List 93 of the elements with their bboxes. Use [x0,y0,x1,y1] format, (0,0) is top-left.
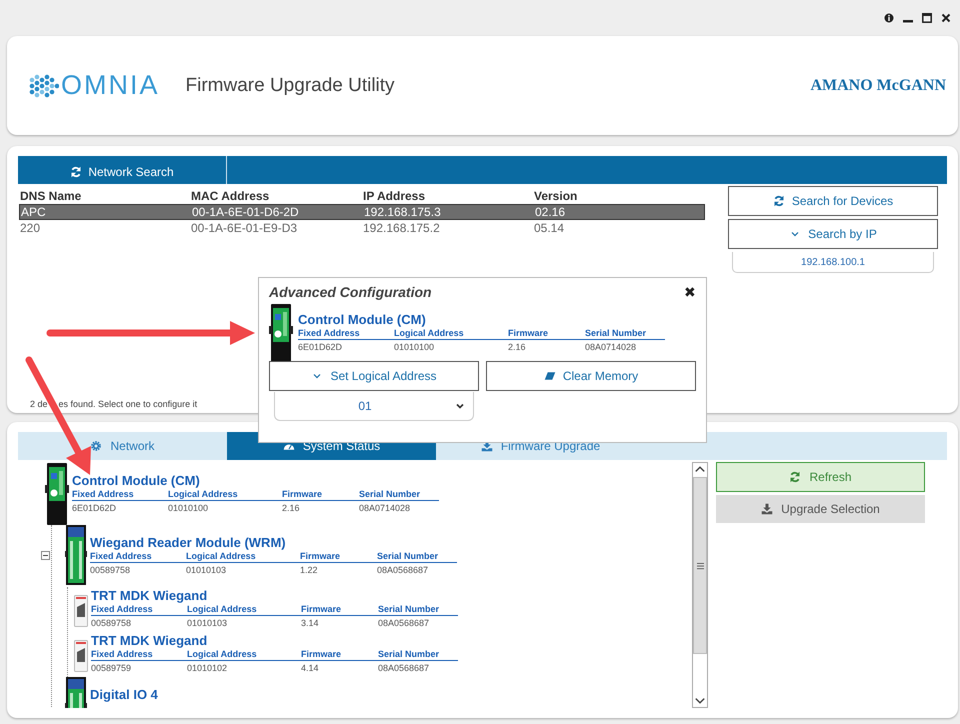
module-name[interactable]: Digital IO 4 [90,687,158,703]
module-name[interactable]: TRT MDK Wiegand [91,633,458,649]
ip-field[interactable]: 192.168.100.1 [732,252,934,273]
field-label: Logical Address [187,604,258,615]
field-label: Fixed Address [91,604,154,615]
grip-icon [696,562,704,570]
brand-logo-text: AMANO McGANN [810,76,946,94]
column-header: DNS Name [20,188,82,202]
module-name[interactable]: Control Module (CM) [72,473,439,489]
column-header: IP Address [363,188,426,202]
field-value: 6E01D62D [72,503,118,514]
close-button[interactable]: ✖ [684,284,696,300]
logo-text: OMNIA [61,70,160,101]
logo-dots-icon [29,72,59,100]
table-cell-text: 220 [20,221,42,235]
field-value: 01010102 [187,663,228,674]
scrollbar[interactable] [692,462,708,708]
field-label: Logical Address [168,489,239,500]
clear-memory-button[interactable]: Clear Memory [486,361,696,391]
field-label: Firmware [301,604,342,615]
field-value: 01010103 [187,618,228,629]
field-label: Fixed Address [72,489,135,500]
field-value: 2.16 [508,342,527,353]
table-cell-text: 02.16 [535,205,566,219]
address-select[interactable]: 01 [274,392,474,421]
table-cell-text: 05.14 [534,221,566,235]
field-value: 1.22 [300,565,319,576]
search-button[interactable]: Search for Devices [728,186,938,216]
field-value: 00589758 [91,618,132,629]
refresh-icon [772,195,785,207]
caret-icon [455,401,465,411]
field-value: 01010103 [186,565,228,576]
field-value: 01010100 [168,503,210,514]
search-button[interactable]: Search by IP [728,219,938,249]
field-label: Serial Number [377,551,440,562]
status-text: es found. Select one to configure it [58,399,198,409]
info-icon[interactable] [884,13,894,23]
field-value: 4.14 [301,663,320,674]
field-value: 3.14 [301,618,320,629]
field-label: Fixed Address [90,551,153,562]
field-value: 08A0568687 [377,565,430,576]
field-label: Firmware [508,328,550,339]
refresh-icon [70,166,82,178]
field-label: Fixed Address [91,649,154,660]
field-value: 08A0568687 [378,618,430,629]
field-value: 08A0714028 [585,342,638,353]
download-icon [761,503,774,515]
upgrade-button[interactable]: Upgrade Selection [716,495,925,523]
field-label: Fixed Address [298,328,361,339]
io-board-icon [65,525,87,585]
field-value: 2.16 [282,503,301,514]
dialog-title: Advanced Configuration [269,284,432,300]
card-reader-icon [74,595,88,627]
field-label: Serial Number [585,328,648,339]
field-value: 00589759 [91,663,132,674]
refresh-button[interactable]: Refresh [716,462,925,492]
set-address-button[interactable]: Set Logical Address [269,361,479,391]
field-label: Serial Number [378,604,440,615]
collapse-icon[interactable] [41,551,50,560]
field-value: 01010100 [394,342,436,353]
status-text: 2 de [30,399,48,409]
eraser-icon [544,370,556,382]
field-label: Logical Address [187,649,258,660]
field-value: 00589758 [90,565,132,576]
module-name: Control Module (CM) [298,312,427,328]
table-cell-text: 00-1A-6E-01-E9-D3 [191,221,298,235]
maximize-icon[interactable] [922,13,932,23]
close-icon[interactable] [941,13,951,23]
field-label: Serial Number [359,489,422,500]
table-row[interactable]: APC 00-1A-6E-01-D6-2D 192.168.175.3 02.16 [19,204,705,220]
table-row[interactable]: 220 00-1A-6E-01-E9-D3 192.168.175.2 05.14 [19,220,705,236]
table-cell-text: APC [21,205,47,219]
card-reader-icon [74,640,88,672]
gear-icon [90,440,102,452]
table-cell-text: 192.168.175.2 [363,221,441,235]
field-label: Logical Address [394,328,465,339]
module-name[interactable]: TRT MDK Wiegand [91,588,458,604]
field-value: 08A0568687 [378,663,430,674]
column-header: Version [534,188,578,202]
field-label: Firmware [300,551,342,562]
controller-board-icon [45,463,69,525]
field-label: Firmware [282,489,324,500]
field-value: 6E01D62D [298,342,344,353]
module-name[interactable]: Wiegand Reader Module (WRM) [90,535,457,551]
field-label: Serial Number [378,649,440,660]
table-cell-text: 192.168.175.3 [364,205,442,219]
field-label: Logical Address [186,551,257,562]
table-cell-text: 00-1A-6E-01-D6-2D [192,205,300,219]
field-value: 08A0714028 [359,503,412,514]
app-title: Firmware Upgrade Utility [186,74,396,96]
field-label: Firmware [301,649,342,660]
column-header: MAC Address [191,188,270,202]
refresh-icon [789,471,802,483]
